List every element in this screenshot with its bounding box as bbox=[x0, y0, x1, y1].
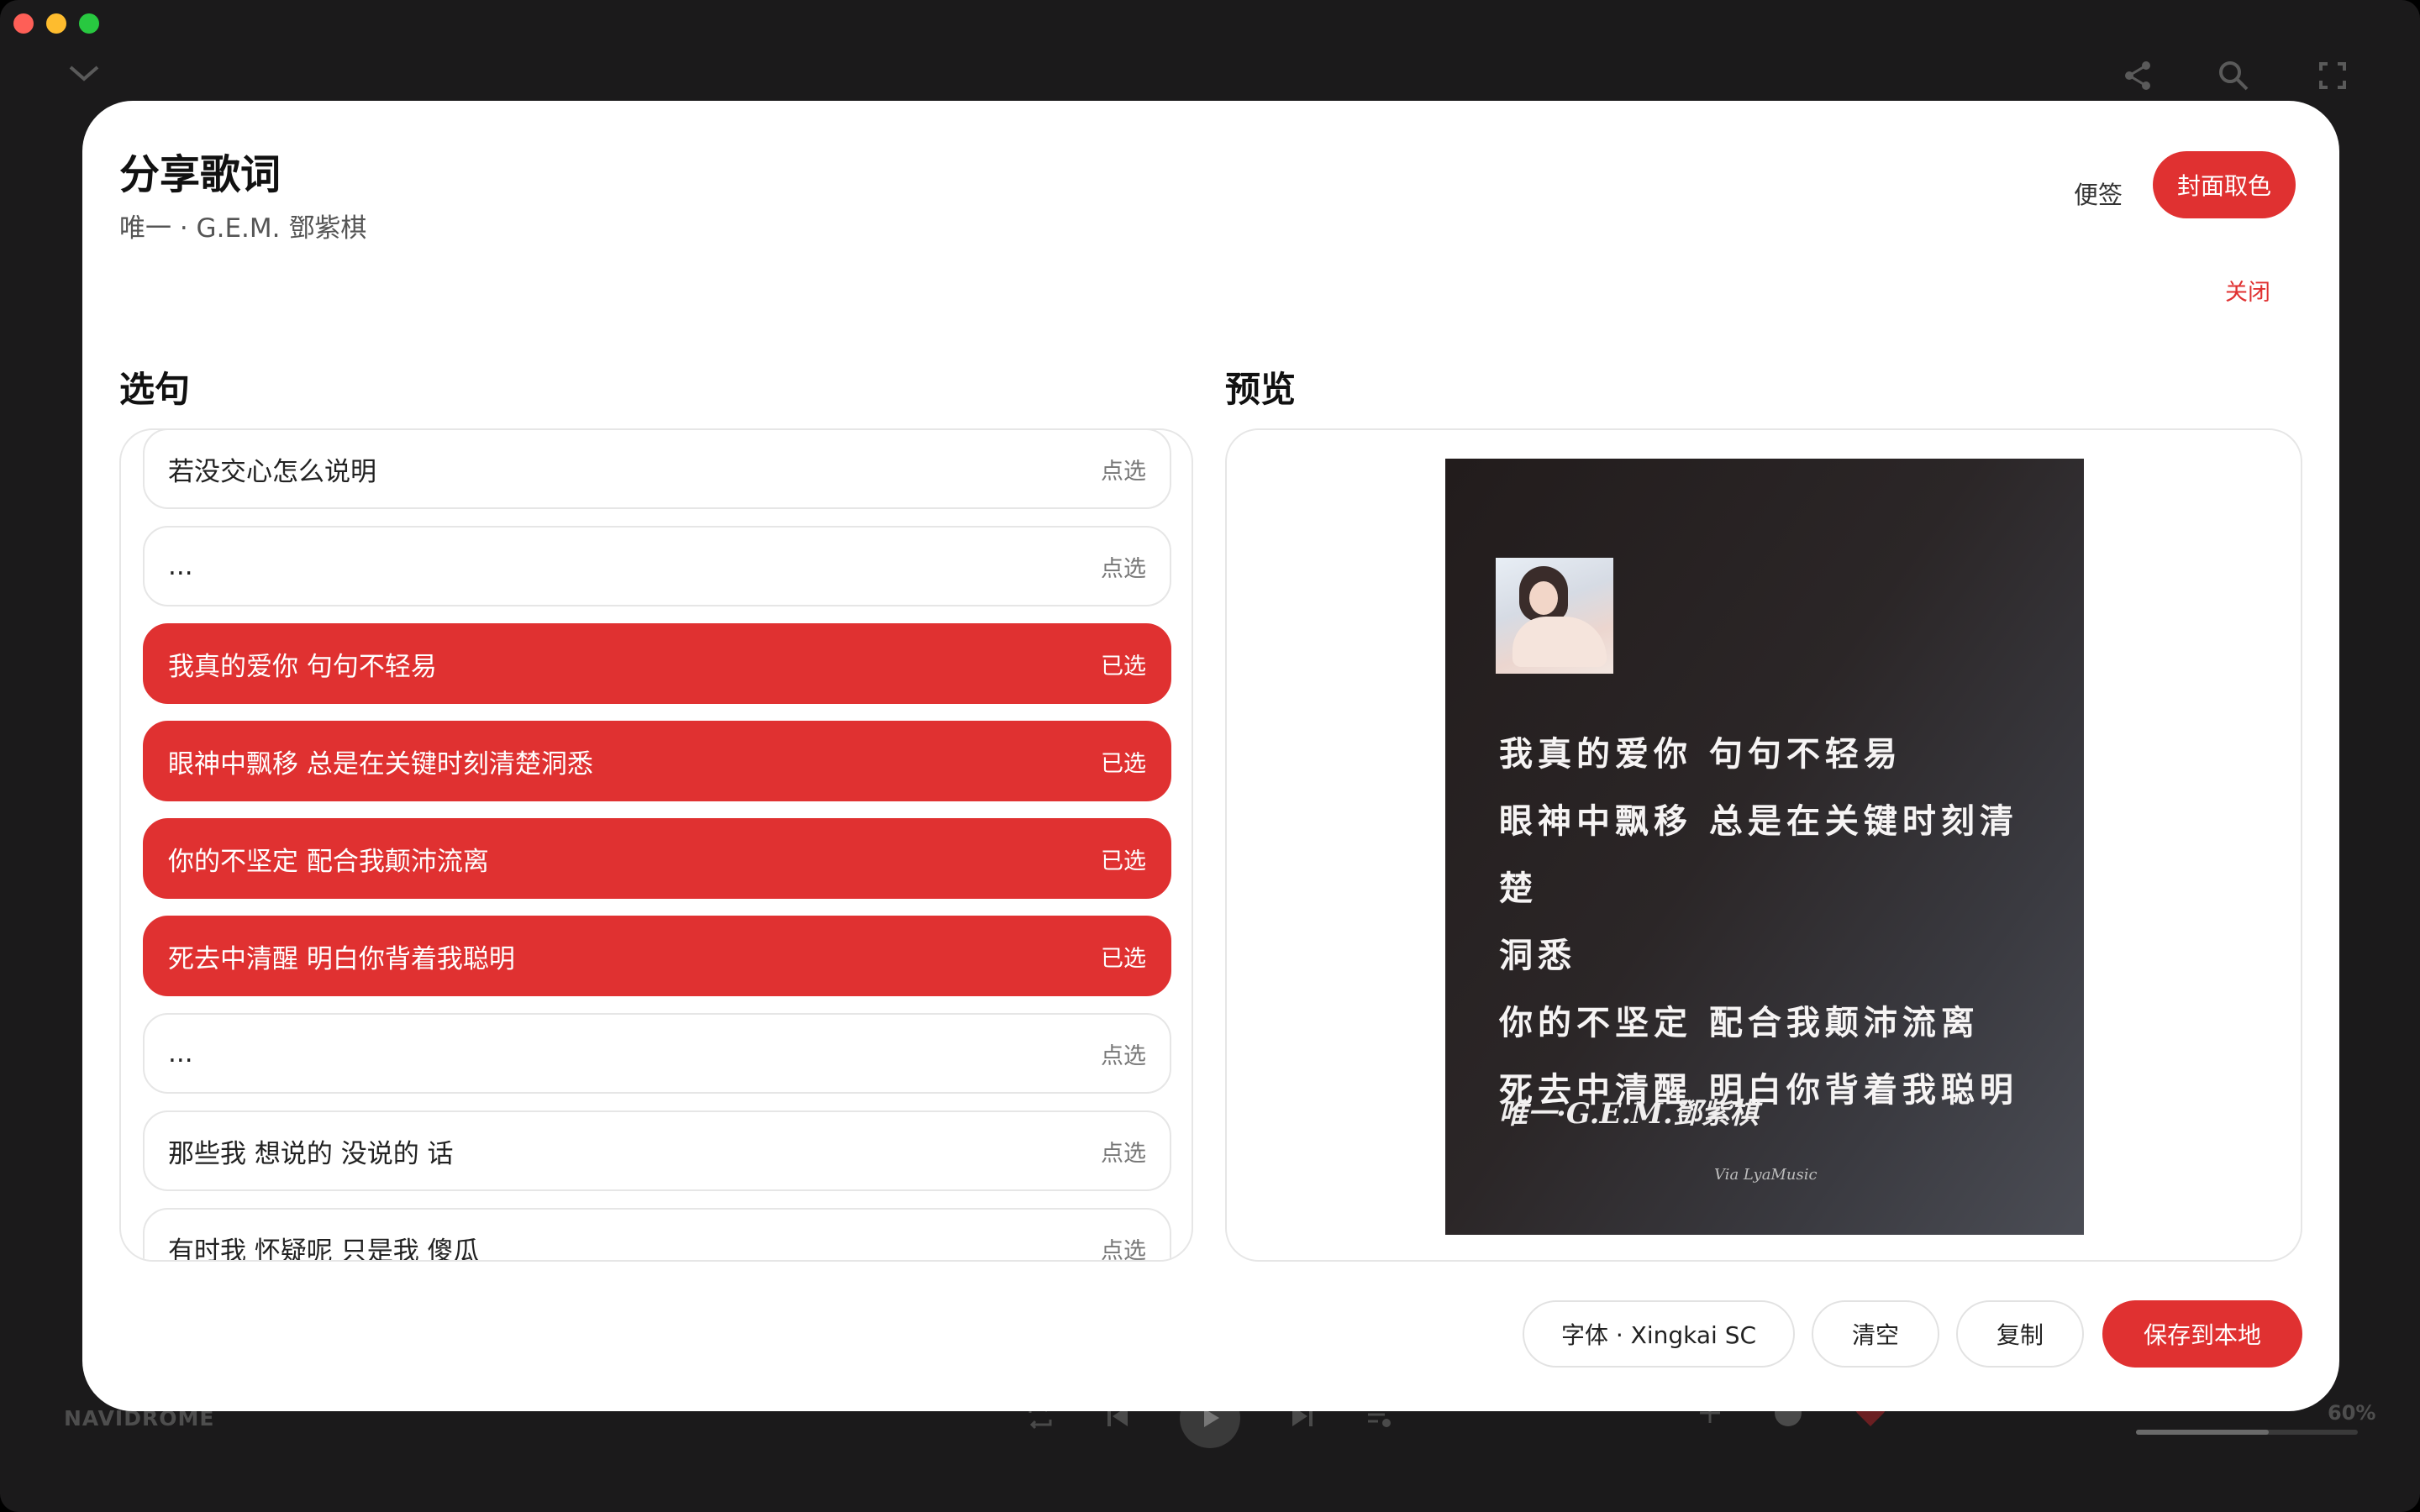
lyric-line-text: 你的不坚定 配合我颠沛流离 bbox=[168, 846, 489, 877]
clear-button[interactable]: 清空 bbox=[1812, 1300, 1939, 1368]
lyric-line-text: 那些我 想说的 没说的 话 bbox=[168, 1138, 454, 1169]
fullscreen-icon[interactable] bbox=[2319, 62, 2346, 92]
cover-body-shape bbox=[1512, 617, 1607, 667]
volume-label: 60% bbox=[2328, 1401, 2376, 1425]
close-button[interactable]: 关闭 bbox=[2225, 274, 2270, 307]
lyric-line-row[interactable]: ... 点选 bbox=[143, 526, 1171, 606]
lyric-line-state: 已选 bbox=[1101, 653, 1146, 680]
lyric-line-row[interactable]: 眼神中飘移 总是在关键时刻清楚洞悉 已选 bbox=[143, 721, 1171, 801]
lyric-line-list[interactable]: 若没交心怎么说明 点选 ... 点选 我真的爱你 句句不轻易 已选 眼神中飘移 … bbox=[119, 428, 1193, 1262]
lyric-line-text: 我真的爱你 句句不轻易 bbox=[168, 651, 437, 682]
lyric-line-text: ... bbox=[168, 1038, 193, 1068]
minimize-window-button[interactable] bbox=[46, 13, 66, 34]
preview-lyric-line: 洞悉 bbox=[1499, 936, 1576, 975]
maximize-window-button[interactable] bbox=[79, 13, 99, 34]
volume-slider[interactable] bbox=[2136, 1430, 2358, 1435]
lyric-line-state: 已选 bbox=[1101, 848, 1146, 874]
window-controls bbox=[13, 13, 99, 34]
share-lyrics-dialog: 分享歌词 唯一 · G.E.M. 鄧紫棋 便签 封面取色 关闭 选句 预览 若没… bbox=[82, 101, 2339, 1411]
lyric-line-row[interactable]: 死去中清醒 明白你背着我聪明 已选 bbox=[143, 916, 1171, 996]
lyric-line-state: 点选 bbox=[1101, 458, 1146, 485]
lyric-line-text: 死去中清醒 明白你背着我聪明 bbox=[168, 943, 515, 974]
share-icon[interactable] bbox=[2121, 59, 2154, 96]
lyric-share-card: 我真的爱你 句句不轻易 眼神中飘移 总是在关键时刻清楚 洞悉 你的不坚定 配合我… bbox=[1445, 459, 2084, 1235]
preview-lyric-lines: 我真的爱你 句句不轻易 眼神中飘移 总是在关键时刻清楚 洞悉 你的不坚定 配合我… bbox=[1499, 721, 2054, 1124]
preview-section-title: 预览 bbox=[1225, 369, 1297, 410]
volume-fill bbox=[2136, 1430, 2270, 1435]
preview-lyric-line: 眼神中飘移 总是在关键时刻清楚 bbox=[1499, 801, 2018, 908]
lyric-line-row[interactable]: ... 点选 bbox=[143, 1013, 1171, 1094]
dialog-subtitle: 唯一 · G.E.M. 鄧紫棋 bbox=[119, 213, 367, 244]
lyric-line-row[interactable]: 有时我 怀疑呢 只是我 傻瓜 点选 bbox=[143, 1208, 1171, 1262]
chevron-down-icon[interactable] bbox=[67, 64, 101, 87]
search-icon[interactable] bbox=[2217, 59, 2250, 96]
lyric-line-row[interactable]: 我真的爱你 句句不轻易 已选 bbox=[143, 623, 1171, 704]
lyric-line-text: 若没交心怎么说明 bbox=[168, 456, 376, 487]
lyric-line-row[interactable]: 你的不坚定 配合我颠沛流离 已选 bbox=[143, 818, 1171, 899]
album-cover-image bbox=[1496, 558, 1613, 674]
lyric-line-state: 点选 bbox=[1101, 1140, 1146, 1167]
preview-panel: 我真的爱你 句句不轻易 眼神中飘移 总是在关键时刻清楚 洞悉 你的不坚定 配合我… bbox=[1225, 428, 2302, 1262]
select-section-title: 选句 bbox=[119, 369, 191, 410]
preview-credit: 唯一·G.E.M.鄧紫棋 bbox=[1499, 1097, 1759, 1131]
save-to-local-button[interactable]: 保存到本地 bbox=[2102, 1300, 2302, 1368]
lyric-line-state: 已选 bbox=[1101, 750, 1146, 777]
copy-button[interactable]: 复制 bbox=[1956, 1300, 2084, 1368]
lyric-line-state: 点选 bbox=[1101, 555, 1146, 582]
app-window: NAVIDROME 60% 分享歌词 唯一 · G.E.M. 鄧紫棋 便签 封面… bbox=[0, 0, 2420, 1512]
close-window-button[interactable] bbox=[13, 13, 34, 34]
cover-color-button[interactable]: 封面取色 bbox=[2153, 151, 2296, 218]
lyric-line-row[interactable]: 那些我 想说的 没说的 话 点选 bbox=[143, 1110, 1171, 1191]
lyric-line-text: 眼神中飘移 总是在关键时刻清楚洞悉 bbox=[168, 748, 593, 780]
dialog-title: 分享歌词 bbox=[119, 151, 281, 198]
memo-button[interactable]: 便签 bbox=[2060, 163, 2136, 223]
preview-watermark: Via LyaMusic bbox=[1714, 1166, 1818, 1184]
lyric-line-state: 已选 bbox=[1101, 945, 1146, 972]
preview-lyric-line: 你的不坚定 配合我颠沛流离 bbox=[1499, 1003, 1980, 1042]
preview-lyric-line: 我真的爱你 句句不轻易 bbox=[1499, 734, 1902, 774]
lyric-line-state: 点选 bbox=[1101, 1237, 1146, 1262]
cover-face-shape bbox=[1529, 581, 1558, 615]
font-button[interactable]: 字体 · Xingkai SC bbox=[1523, 1300, 1795, 1368]
lyric-line-row[interactable]: 若没交心怎么说明 点选 bbox=[143, 430, 1171, 509]
lyric-line-text: ... bbox=[168, 551, 193, 581]
lyric-line-state: 点选 bbox=[1101, 1042, 1146, 1069]
lyric-line-text: 有时我 怀疑呢 只是我 傻瓜 bbox=[168, 1236, 480, 1262]
